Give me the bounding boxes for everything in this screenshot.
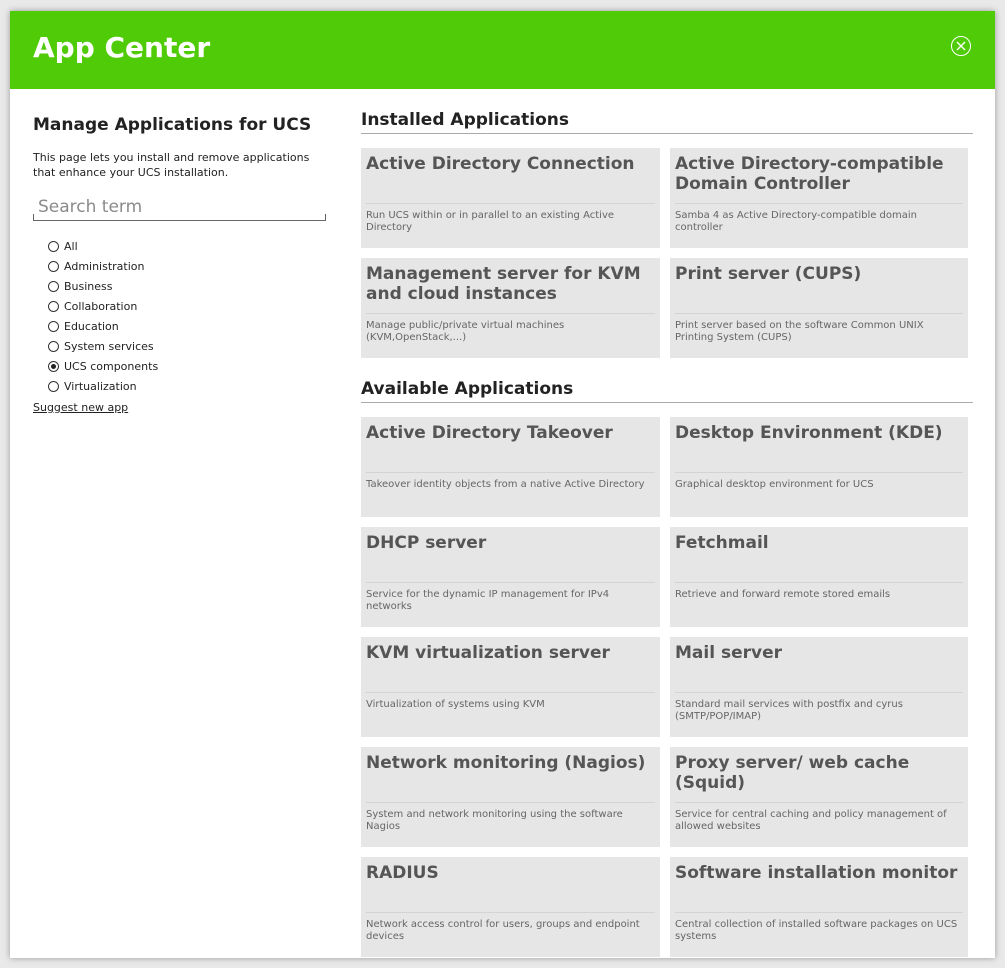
category-all[interactable]: All bbox=[48, 236, 326, 256]
divider bbox=[675, 313, 963, 314]
app-description: Standard mail services with postfix and … bbox=[675, 699, 903, 722]
close-button[interactable] bbox=[951, 36, 971, 56]
app-name: DHCP server bbox=[366, 533, 487, 553]
app-name: Active Directory Connection bbox=[366, 154, 635, 174]
app-name: Management server for KVM and cloud inst… bbox=[366, 264, 641, 304]
app-card[interactable]: Proxy server/ web cache (Squid) Service f… bbox=[670, 747, 968, 847]
app-name: Active Directory-compatible Domain Contr… bbox=[675, 154, 944, 194]
page-title: App Center bbox=[33, 31, 211, 64]
category-virtualization[interactable]: Virtualization bbox=[48, 376, 326, 396]
app-card[interactable]: Mail server Standard mail services with p… bbox=[670, 637, 968, 737]
installed-section-title: Installed Applications bbox=[361, 110, 973, 134]
divider bbox=[675, 802, 963, 803]
app-name: Software installation monitor bbox=[675, 863, 958, 883]
category-system-services[interactable]: System services bbox=[48, 336, 326, 356]
app-name: Proxy server/ web cache (Squid) bbox=[675, 753, 910, 793]
divider bbox=[366, 313, 655, 314]
header-bar: App Center bbox=[10, 11, 995, 89]
app-name: Mail server bbox=[675, 643, 782, 663]
sidebar-heading: Manage Applications for UCS bbox=[33, 115, 312, 135]
available-apps-grid: Active Directory Takeover Takeover identi… bbox=[361, 417, 973, 957]
divider bbox=[675, 582, 963, 583]
app-name: Fetchmail bbox=[675, 533, 769, 553]
app-card[interactable]: Network monitoring (Nagios) System and ne… bbox=[361, 747, 660, 847]
app-card[interactable]: Print server (CUPS) Print server based on… bbox=[670, 258, 968, 358]
sidebar-description: This page lets you install and remove ap… bbox=[33, 151, 310, 179]
app-card[interactable]: Management server for KVM and cloud inst… bbox=[361, 258, 660, 358]
suggest-app-link[interactable]: Suggest new app bbox=[33, 401, 128, 414]
app-description: Graphical desktop environment for UCS bbox=[675, 479, 874, 490]
app-card[interactable]: Active Directory Takeover Takeover identi… bbox=[361, 417, 660, 517]
app-card[interactable]: Desktop Environment (KDE) Graphical deskt… bbox=[670, 417, 968, 517]
category-list: All Administration Business Collaboratio… bbox=[48, 236, 326, 396]
app-description: System and network monitoring using the … bbox=[366, 809, 623, 832]
category-education[interactable]: Education bbox=[48, 316, 326, 336]
divider bbox=[366, 203, 655, 204]
app-card[interactable]: Active Directory-compatible Domain Contr… bbox=[670, 148, 968, 248]
app-name: Desktop Environment (KDE) bbox=[675, 423, 943, 443]
app-card[interactable]: DHCP server Service for the dynamic IP ma… bbox=[361, 527, 660, 627]
divider bbox=[366, 912, 655, 913]
category-label: Virtualization bbox=[64, 379, 137, 393]
app-description: Retrieve and forward remote stored email… bbox=[675, 589, 891, 600]
category-label: All bbox=[64, 239, 78, 253]
category-label: UCS components bbox=[64, 359, 159, 373]
radio-button[interactable] bbox=[48, 240, 59, 252]
app-description: Run UCS within or in parallel to an exis… bbox=[366, 210, 615, 233]
category-label: Education bbox=[64, 319, 119, 333]
app-description: Samba 4 as Active Directory-compatible d… bbox=[675, 210, 918, 233]
app-description: Virtualization of systems using KVM bbox=[366, 699, 545, 710]
app-description: Service for the dynamic IP management fo… bbox=[366, 589, 610, 612]
search-input[interactable] bbox=[33, 194, 326, 220]
divider bbox=[675, 692, 963, 693]
app-description: Print server based on the software Commo… bbox=[675, 320, 924, 343]
radio-button[interactable] bbox=[48, 260, 59, 272]
divider bbox=[675, 472, 963, 473]
app-description: Service for central caching and policy m… bbox=[675, 809, 947, 832]
category-collaboration[interactable]: Collaboration bbox=[48, 296, 326, 316]
category-ucs-components[interactable]: UCS components bbox=[48, 356, 326, 376]
app-description: Network access control for users, groups… bbox=[366, 919, 640, 942]
app-description: Central collection of installed software… bbox=[675, 919, 958, 942]
app-name: Network monitoring (Nagios) bbox=[366, 753, 646, 773]
category-administration[interactable]: Administration bbox=[48, 256, 326, 276]
app-description: Manage public/private virtual machines (… bbox=[366, 320, 565, 343]
radio-button[interactable] bbox=[48, 300, 59, 312]
category-label: Business bbox=[64, 279, 113, 293]
close-icon bbox=[956, 41, 966, 51]
app-card[interactable]: Fetchmail Retrieve and forward remote sto… bbox=[670, 527, 968, 627]
divider bbox=[366, 582, 655, 583]
category-label: Collaboration bbox=[64, 299, 138, 313]
app-name: KVM virtualization server bbox=[366, 643, 610, 663]
main-content: Installed Applications Active Directory … bbox=[361, 110, 973, 957]
radio-button[interactable] bbox=[48, 320, 59, 332]
divider bbox=[675, 203, 963, 204]
radio-button-selected[interactable] bbox=[48, 360, 59, 372]
radio-button[interactable] bbox=[48, 380, 59, 392]
app-card[interactable]: KVM virtualization server Virtualization … bbox=[361, 637, 660, 737]
available-section-title: Available Applications bbox=[361, 379, 973, 403]
app-name: RADIUS bbox=[366, 863, 439, 883]
app-center-window: App Center Manage Applications for UCS T… bbox=[10, 11, 995, 958]
divider bbox=[675, 912, 963, 913]
divider bbox=[366, 802, 655, 803]
app-name: Active Directory Takeover bbox=[366, 423, 613, 443]
installed-apps-grid: Active Directory Connection Run UCS withi… bbox=[361, 148, 973, 358]
category-label: System services bbox=[64, 339, 154, 353]
app-card[interactable]: RADIUS Network access control for users, … bbox=[361, 857, 660, 957]
sidebar: Manage Applications for UCS This page le… bbox=[33, 115, 326, 415]
app-card[interactable]: Active Directory Connection Run UCS withi… bbox=[361, 148, 660, 248]
search-box bbox=[33, 194, 326, 221]
divider bbox=[366, 692, 655, 693]
app-card[interactable]: Software installation monitor Central col… bbox=[670, 857, 968, 957]
app-name: Print server (CUPS) bbox=[675, 264, 862, 284]
radio-button[interactable] bbox=[48, 280, 59, 292]
radio-button[interactable] bbox=[48, 340, 59, 352]
divider bbox=[366, 472, 655, 473]
category-business[interactable]: Business bbox=[48, 276, 326, 296]
category-label: Administration bbox=[64, 259, 145, 273]
app-description: Takeover identity objects from a native … bbox=[366, 479, 645, 490]
